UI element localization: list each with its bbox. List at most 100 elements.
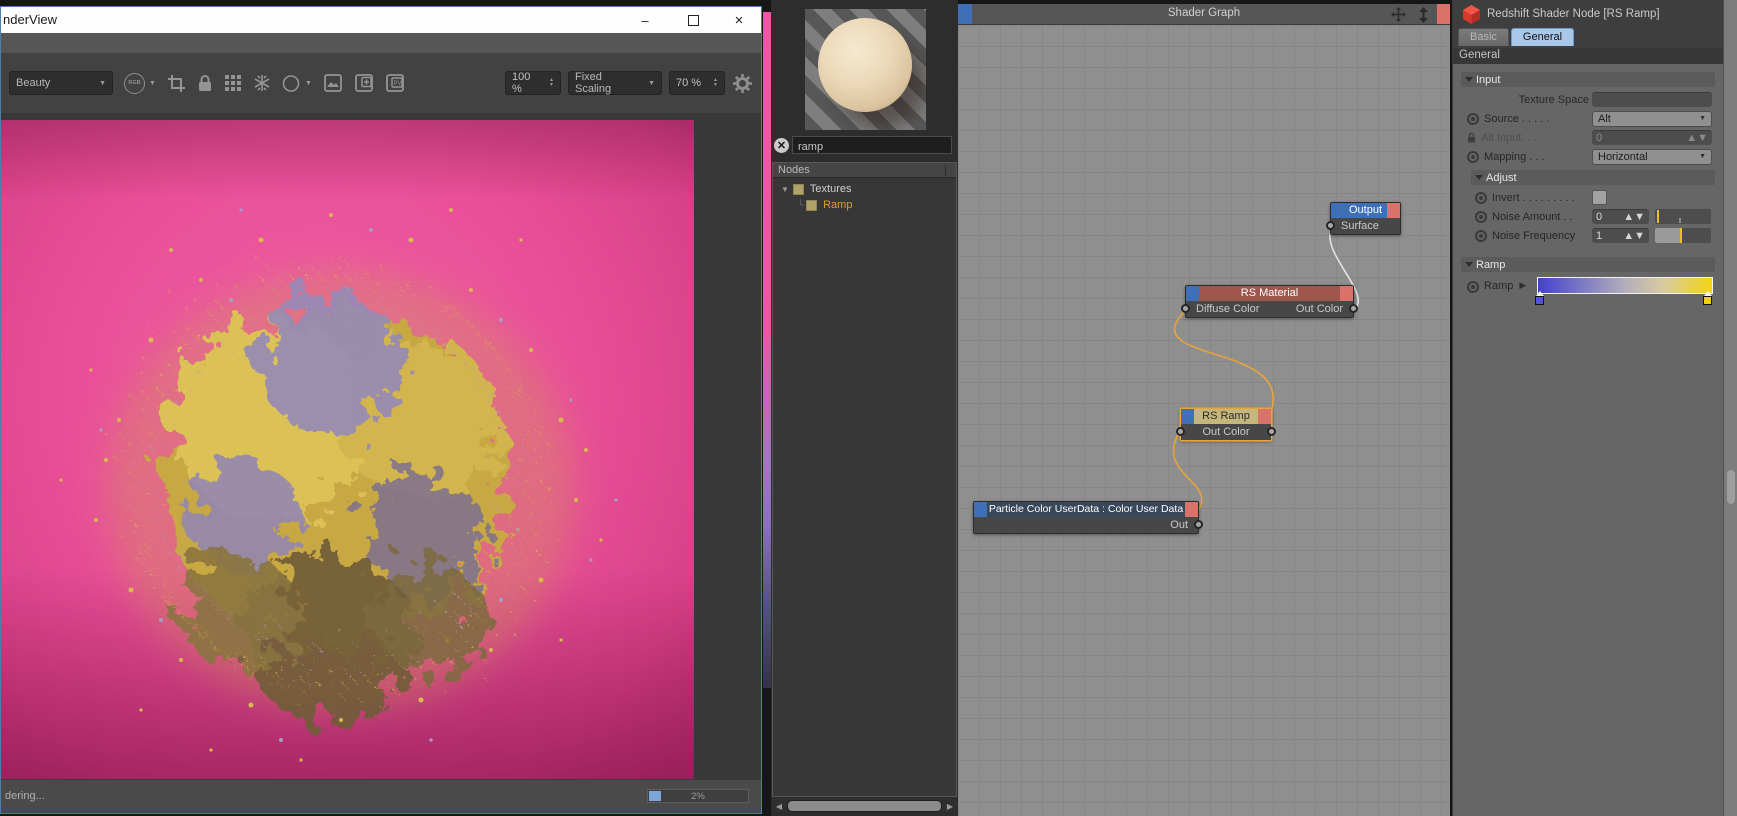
tree-item-textures[interactable]: ▼ Textures bbox=[781, 182, 852, 196]
ramp-knot-left[interactable] bbox=[1535, 296, 1544, 305]
node-icon bbox=[806, 200, 817, 211]
node-output-titlebar[interactable]: Output bbox=[1331, 203, 1400, 218]
shader-graph-titlebar[interactable]: Shader Graph bbox=[958, 4, 1450, 25]
stepper-icon[interactable]: ▲▼ bbox=[543, 78, 554, 88]
invert-checkbox[interactable] bbox=[1592, 190, 1607, 205]
ramp-knot-right[interactable] bbox=[1703, 296, 1712, 305]
noise-frequency-slider[interactable] bbox=[1655, 228, 1711, 243]
minimize-button[interactable]: – bbox=[625, 7, 665, 33]
scaling-mode-select[interactable]: Fixed Scaling ▼ bbox=[568, 71, 662, 95]
source-select[interactable]: Alt ▼ bbox=[1592, 111, 1712, 127]
node-port-row: Out bbox=[974, 517, 1198, 533]
close-button[interactable]: × bbox=[719, 7, 759, 33]
field-label: Noise Amount . . bbox=[1492, 211, 1573, 223]
port-label: Surface bbox=[1341, 218, 1379, 234]
renderview-titlebar[interactable]: nderView – × bbox=[1, 7, 761, 33]
output-port[interactable] bbox=[1267, 427, 1276, 436]
node-rs-material[interactable]: RS Material Diffuse Color Out Color bbox=[1185, 285, 1354, 318]
node-rs-ramp[interactable]: RS Ramp Out Color bbox=[1180, 408, 1272, 441]
mapping-select[interactable]: Horizontal ▼ bbox=[1592, 149, 1712, 165]
snowflake-icon bbox=[253, 74, 271, 92]
close-icon: × bbox=[735, 12, 744, 29]
node-userdata-titlebar[interactable]: Particle Color UserData : Color User Dat… bbox=[974, 502, 1198, 517]
animation-dot-icon[interactable] bbox=[1467, 113, 1479, 125]
stepper-icon[interactable]: ▲▼ bbox=[1686, 132, 1708, 144]
scroll-left-icon[interactable]: ◀ bbox=[772, 802, 786, 811]
render-pass-select[interactable]: Beauty ▼ bbox=[9, 71, 113, 95]
chevron-down-icon: ▼ bbox=[305, 80, 312, 87]
noise-frequency-field[interactable]: 1 ▲▼ bbox=[1592, 228, 1649, 243]
slider-handle[interactable] bbox=[1657, 210, 1659, 223]
animation-dot-icon[interactable] bbox=[1467, 281, 1479, 293]
zoom-percent-field[interactable]: 100 % ▲▼ bbox=[505, 71, 561, 95]
group-ramp[interactable]: Ramp bbox=[1461, 257, 1715, 272]
group-adjust[interactable]: Adjust bbox=[1471, 170, 1715, 185]
stepper-icon[interactable]: ▲▼ bbox=[707, 78, 718, 88]
tab-general[interactable]: General bbox=[1511, 28, 1574, 46]
group-input[interactable]: Input bbox=[1461, 72, 1715, 87]
channel-display-button[interactable]: RGB ▼ bbox=[124, 73, 156, 94]
texture-space-field[interactable] bbox=[1592, 92, 1712, 107]
inspector-header: Redshift Shader Node [RS Ramp] bbox=[1453, 0, 1723, 28]
animation-dot-icon[interactable] bbox=[1475, 230, 1487, 242]
node-port-row: Diffuse Color Out Color bbox=[1186, 301, 1353, 317]
animation-dot-icon[interactable] bbox=[1475, 192, 1487, 204]
maximize-button[interactable] bbox=[673, 7, 713, 33]
folder-icon bbox=[793, 184, 804, 195]
port-label: Diffuse Color bbox=[1196, 301, 1259, 317]
expand-arrow-icon[interactable]: ▼ bbox=[781, 185, 789, 194]
vertical-scrollbar-thumb[interactable] bbox=[1727, 470, 1735, 504]
move-panel-icon[interactable] bbox=[1391, 7, 1406, 27]
node-output[interactable]: Output Surface bbox=[1330, 202, 1401, 235]
shader-graph-canvas[interactable]: Output Surface RS Material Diffuse Color… bbox=[958, 25, 1450, 816]
chevron-down-icon: ▼ bbox=[1699, 153, 1706, 160]
output-port[interactable] bbox=[1194, 520, 1203, 529]
noise-amount-slider[interactable] bbox=[1655, 209, 1711, 224]
animation-dot-icon[interactable] bbox=[1475, 211, 1487, 223]
pixel-grid-button[interactable] bbox=[224, 74, 242, 92]
row-noise-amount: Noise Amount . . 0 ▲▼ bbox=[1453, 207, 1723, 226]
chevron-down-icon: ▼ bbox=[1699, 115, 1706, 122]
animation-dot-icon[interactable] bbox=[1467, 151, 1479, 163]
snapshot-list-button[interactable] bbox=[323, 73, 343, 93]
node-material-titlebar[interactable]: RS Material bbox=[1186, 286, 1353, 301]
search-input[interactable] bbox=[793, 139, 961, 155]
field-label: Mapping . . . bbox=[1484, 151, 1545, 163]
settings-button[interactable] bbox=[732, 73, 753, 94]
send-to-picture-viewer-button[interactable]: PV bbox=[385, 73, 405, 93]
shader-graph-panel: Shader Graph Output bbox=[958, 0, 1450, 816]
lock-view-button[interactable] bbox=[197, 74, 213, 93]
input-port[interactable] bbox=[1181, 304, 1190, 313]
alt-input-field[interactable]: 0 ▲▼ bbox=[1592, 130, 1712, 145]
scroll-right-icon[interactable]: ▶ bbox=[943, 802, 957, 811]
scrollbar-thumb[interactable] bbox=[787, 800, 942, 812]
compare-mode-button[interactable]: ▼ bbox=[282, 75, 312, 92]
ramp-gradient-bar[interactable] bbox=[1537, 277, 1713, 294]
node-particle-userdata[interactable]: Particle Color UserData : Color User Dat… bbox=[973, 501, 1199, 534]
field-value: 0 bbox=[1596, 132, 1602, 144]
tree-item-label: Textures bbox=[810, 183, 852, 195]
input-port[interactable] bbox=[1326, 221, 1335, 230]
stepper-icon[interactable]: ▲▼ bbox=[1623, 230, 1645, 242]
node-ramp-titlebar[interactable]: RS Ramp bbox=[1181, 409, 1271, 424]
clear-search-button[interactable]: ✕ bbox=[774, 138, 789, 153]
slider-handle[interactable] bbox=[1680, 228, 1682, 243]
output-port[interactable] bbox=[1349, 304, 1358, 313]
add-snapshot-button[interactable] bbox=[354, 73, 374, 93]
node-title-label: RS Ramp bbox=[1202, 410, 1250, 422]
field-label: Invert . . . . . . . . . bbox=[1492, 192, 1575, 204]
crop-region-button[interactable] bbox=[167, 74, 186, 93]
field-label: Noise Frequency bbox=[1492, 230, 1575, 242]
select-value: Alt bbox=[1598, 113, 1611, 125]
tree-item-ramp[interactable]: └ Ramp bbox=[797, 198, 852, 212]
stepper-icon[interactable]: ▲▼ bbox=[1623, 211, 1645, 223]
node-corner-salmon bbox=[1258, 409, 1271, 424]
expand-right-icon[interactable]: ▶ bbox=[1519, 280, 1526, 291]
inspector-scroll-strip[interactable] bbox=[1723, 0, 1737, 816]
scale-percent-field[interactable]: 70 % ▲▼ bbox=[669, 71, 725, 95]
noise-amount-field[interactable]: 0 ▲▼ bbox=[1592, 209, 1649, 224]
horizontal-scrollbar[interactable]: ◀ ▶ bbox=[772, 799, 957, 813]
input-port[interactable] bbox=[1176, 427, 1185, 436]
tab-basic[interactable]: Basic bbox=[1458, 28, 1509, 46]
snapshot-button[interactable] bbox=[253, 74, 271, 92]
